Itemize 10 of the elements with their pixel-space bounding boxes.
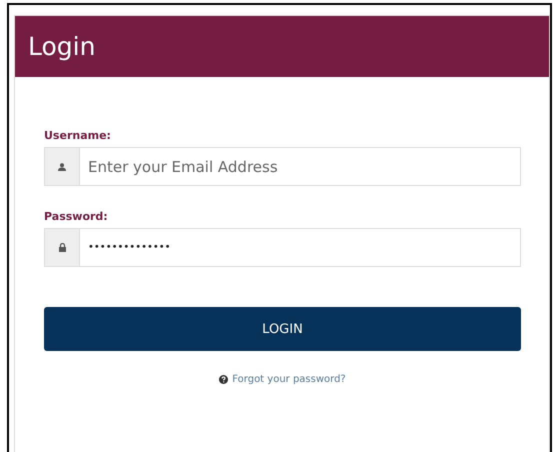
user-icon [58,162,66,170]
forgot-password-link[interactable]: Forgot your password? [232,374,346,385]
field-label: Password: [44,210,109,223]
login-button[interactable]: LOGIN [44,307,521,351]
panel-title: Login [28,32,96,61]
field-label: Username: [44,129,112,142]
lock-icon [58,243,66,252]
input-field[interactable]: •••••••••••••• [79,228,521,267]
help-icon [219,375,228,384]
input-field[interactable]: Enter your Email Address [79,147,521,186]
